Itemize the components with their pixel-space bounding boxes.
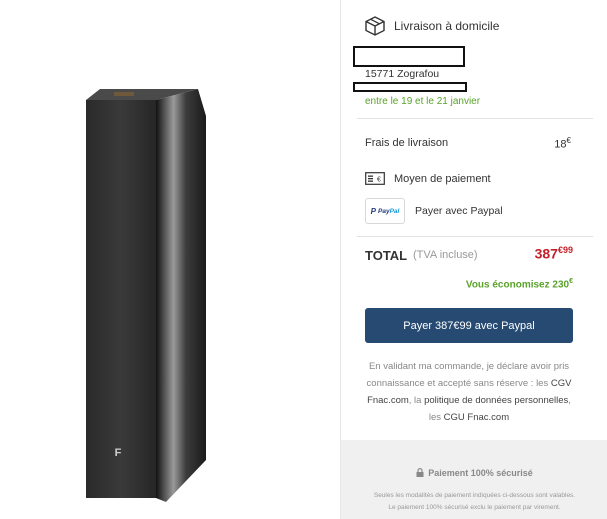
paypal-option[interactable]: P Pay Pal Payer avec Paypal bbox=[365, 198, 503, 224]
savings-text: Vous économisez 230€ bbox=[465, 278, 573, 291]
speaker-logo: F bbox=[115, 447, 122, 459]
delivery-header: Livraison à domicile bbox=[365, 16, 499, 36]
total-price: 387€99 bbox=[534, 245, 573, 262]
delivery-dates: entre le 19 et le 21 janvier bbox=[365, 96, 481, 107]
divider bbox=[357, 118, 593, 119]
privacy-policy-link[interactable]: politique de données personnelles bbox=[424, 395, 568, 406]
lock-icon bbox=[416, 468, 424, 477]
redacted-address bbox=[353, 82, 467, 92]
delivery-fee-value: 18€ bbox=[554, 136, 571, 151]
svg-text:€: € bbox=[377, 177, 381, 184]
card-icon: € bbox=[365, 172, 385, 185]
pay-with-paypal-button[interactable]: Payer 387€99 avec Paypal bbox=[365, 308, 573, 343]
secure-payment-band: Paiement 100% sécurisé Seules les modali… bbox=[341, 440, 607, 519]
redacted-name bbox=[353, 46, 465, 67]
order-summary-panel: Livraison à domicile 15771 Zografou entr… bbox=[340, 0, 607, 519]
legal-notice: En validant ma commande, je déclare avoi… bbox=[366, 361, 572, 423]
box-icon bbox=[365, 16, 385, 36]
total-label: TOTAL bbox=[365, 248, 408, 263]
secure-payment-note: Seules les modalités de paiement indiqué… bbox=[373, 492, 576, 511]
payment-method-header: € Moyen de paiement bbox=[365, 172, 491, 185]
secure-payment-title: Paiement 100% sécurisé bbox=[341, 468, 607, 478]
payment-method-title: Moyen de paiement bbox=[394, 172, 491, 185]
speaker-illustration: F bbox=[86, 89, 206, 502]
total-vat-note: (TVA incluse) bbox=[413, 249, 478, 261]
product-image-area: F bbox=[0, 0, 340, 519]
delivery-title: Livraison à domicile bbox=[394, 19, 500, 33]
paypal-label: Payer avec Paypal bbox=[415, 205, 503, 217]
speaker-image: F bbox=[80, 86, 206, 502]
delivery-fee-label: Frais de livraison bbox=[365, 137, 449, 149]
divider bbox=[357, 236, 593, 237]
cgu-link[interactable]: CGU Fnac.com bbox=[444, 412, 509, 423]
delivery-postal: 15771 Zografou bbox=[365, 68, 440, 80]
paypal-logo: P Pay Pal bbox=[365, 198, 405, 224]
